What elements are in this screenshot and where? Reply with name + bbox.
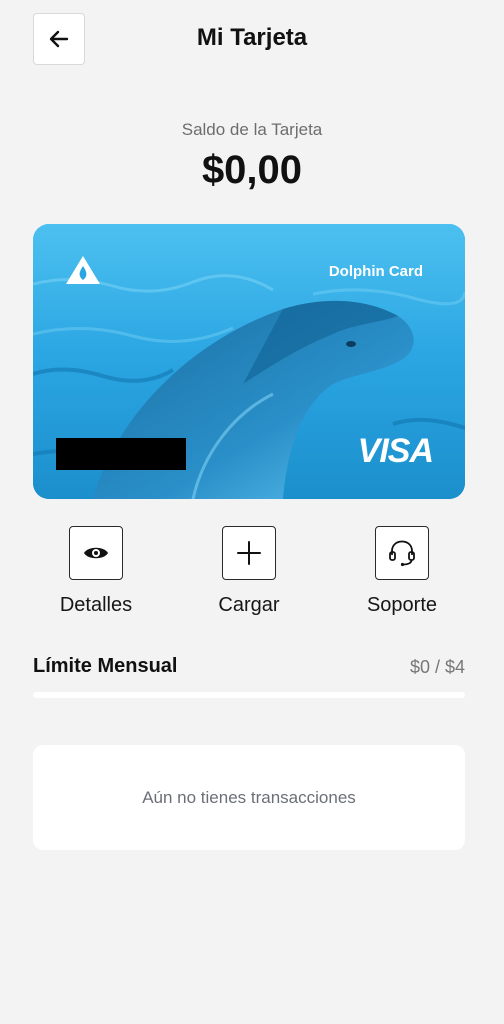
monthly-limit-progress bbox=[33, 692, 465, 698]
top-bar: Mi Tarjeta bbox=[0, 0, 504, 80]
balance-label: Saldo de la Tarjeta bbox=[181, 120, 323, 139]
card-network-logo: VISA bbox=[357, 432, 434, 470]
card-number-redacted bbox=[56, 438, 186, 470]
details-button[interactable]: Detalles bbox=[36, 526, 156, 617]
balance-value: $0,00 bbox=[201, 148, 303, 192]
support-label: Soporte bbox=[366, 594, 438, 616]
monthly-limit-value: $0 / $4 bbox=[409, 657, 465, 677]
card-actions: Detalles Cargar Soporte bbox=[0, 526, 504, 626]
drop-logo-icon bbox=[66, 256, 100, 284]
plus-icon bbox=[237, 541, 261, 565]
eye-icon bbox=[84, 547, 108, 559]
headset-icon bbox=[389, 540, 415, 567]
load-button[interactable]: Cargar bbox=[189, 526, 309, 617]
monthly-limit-title: Límite Mensual bbox=[33, 655, 178, 677]
support-button[interactable]: Soporte bbox=[342, 526, 462, 617]
page-title: Mi Tarjeta bbox=[196, 24, 308, 51]
transactions-empty-state: Aún no tienes transacciones bbox=[33, 745, 465, 850]
details-label: Detalles bbox=[59, 594, 133, 616]
empty-transactions-message: Aún no tienes transacciones bbox=[142, 787, 356, 807]
load-label: Cargar bbox=[218, 594, 280, 616]
card-brand-name: Dolphin Card bbox=[328, 263, 423, 280]
credit-card[interactable]: Dolphin Card VISA bbox=[33, 224, 465, 499]
